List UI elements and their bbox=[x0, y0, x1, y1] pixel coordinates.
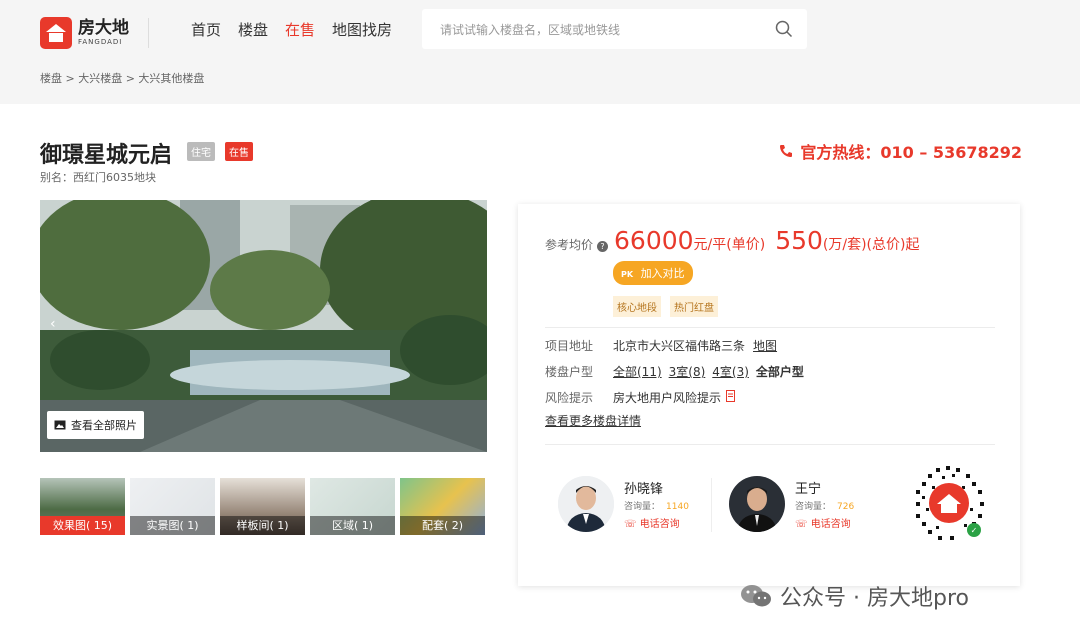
nav-home[interactable]: 首页 bbox=[191, 19, 221, 40]
prev-photo-arrow-icon[interactable]: ‹ bbox=[50, 316, 56, 332]
avatar bbox=[729, 476, 785, 532]
brand-logo[interactable]: 房大地 FANGDADI bbox=[40, 17, 129, 49]
feature-tag: 核心地段 bbox=[613, 296, 661, 317]
feature-tag: 热门红盘 bbox=[670, 296, 718, 317]
unit-price: 66000 bbox=[614, 226, 694, 255]
price-row: 参考均价 ? 66000 元/平(单价) 550 (万/套)(总价)起 bbox=[545, 226, 919, 255]
agent-name: 王宁 bbox=[795, 482, 822, 497]
thumb-model-rooms[interactable]: 样板间( 1) bbox=[220, 478, 305, 535]
help-icon[interactable]: ? bbox=[597, 241, 609, 252]
add-compare-button[interactable]: PK 加入对比 bbox=[613, 261, 693, 285]
price-label: 参考均价 bbox=[545, 238, 594, 252]
mini-program-qr-code[interactable]: ✓ bbox=[906, 460, 992, 546]
thumb-area[interactable]: 区域( 1) bbox=[310, 478, 395, 535]
search-input[interactable]: 请试试输入楼盘名，区域或地铁线 bbox=[422, 9, 807, 49]
map-link[interactable]: 地图 bbox=[753, 337, 777, 354]
status-badge: 在售 bbox=[225, 142, 253, 161]
thumb-renderings[interactable]: 效果图( 15) bbox=[40, 478, 125, 535]
house-logo-icon bbox=[40, 17, 72, 49]
agent-query-count: 咨询量： 1140 bbox=[624, 502, 689, 512]
thumb-real-photos[interactable]: 实景图( 1) bbox=[130, 478, 215, 535]
brand-name-en: FANGDADI bbox=[78, 38, 123, 46]
risk-text[interactable]: 房大地用户风险提示 bbox=[613, 389, 721, 406]
layout-4room[interactable]: 4室(3) bbox=[712, 363, 749, 380]
unit-price-suffix: 元/平(单价) bbox=[693, 237, 766, 253]
nav-projects[interactable]: 楼盘 bbox=[238, 19, 268, 40]
nav-on-sale[interactable]: 在售 bbox=[285, 19, 315, 40]
breadcrumb[interactable]: 楼盘 > 大兴楼盘 > 大兴其他楼盘 bbox=[40, 70, 204, 86]
thumbnail-strip: 效果图( 15) 实景图( 1) 样板间( 1) 区域( 1) 配套( 2) bbox=[40, 478, 485, 535]
address-row: 项目地址 北京市大兴区福伟路三条 地图 bbox=[545, 337, 784, 354]
document-icon[interactable] bbox=[725, 390, 737, 402]
thumb-label: 区域( 1) bbox=[310, 516, 395, 535]
more-details-link[interactable]: 查看更多楼盘详情 bbox=[545, 412, 641, 429]
top-bar: 房大地 FANGDADI 首页 楼盘 在售 地图找房 请试试输入楼盘名，区域或地… bbox=[0, 0, 1080, 104]
wechat-icon bbox=[741, 585, 771, 607]
total-price-suffix: (万/套)(总价)起 bbox=[822, 237, 920, 253]
search-icon[interactable] bbox=[775, 20, 793, 38]
pk-badge: PK bbox=[621, 270, 634, 279]
thumb-label: 配套( 2) bbox=[400, 516, 485, 535]
add-compare-label: 加入对比 bbox=[640, 267, 685, 280]
phone-consult-button[interactable]: ☏ 电话咨询 bbox=[624, 515, 689, 530]
phone-icon bbox=[780, 145, 793, 157]
hotline[interactable]: 官方热线：010 – 53678292 bbox=[778, 139, 1022, 163]
info-panel: 参考均价 ? 66000 元/平(单价) 550 (万/套)(总价)起 PK 加… bbox=[518, 204, 1020, 586]
divider bbox=[545, 444, 995, 445]
watermark-text: 公众号 · 房大地pro bbox=[780, 586, 969, 611]
hotline-text: 官方热线：010 – 53678292 bbox=[800, 143, 1022, 162]
layout-all-count[interactable]: 全部(11) bbox=[613, 363, 662, 380]
address-label: 项目地址 bbox=[545, 339, 594, 353]
view-all-photos-label: 查看全部照片 bbox=[71, 419, 137, 432]
total-price: 550 bbox=[775, 226, 823, 255]
avatar bbox=[558, 476, 614, 532]
phone-consult-button[interactable]: ☏ 电话咨询 bbox=[795, 515, 854, 530]
main-photo[interactable]: ‹ 查看全部照片 bbox=[40, 200, 487, 452]
page-title: 御璟星城元启 bbox=[40, 143, 173, 168]
layout-3room[interactable]: 3室(8) bbox=[669, 363, 706, 380]
agent-divider bbox=[711, 478, 712, 532]
thumb-label: 效果图( 15) bbox=[40, 516, 125, 535]
logo-divider bbox=[148, 18, 149, 48]
agent-card[interactable]: 王宁 咨询量： 726 ☏ 电话咨询 bbox=[729, 476, 854, 532]
watermark: 公众号 · 房大地pro bbox=[740, 580, 969, 612]
all-layouts-link[interactable]: 全部户型 bbox=[756, 363, 804, 380]
thumb-label: 样板间( 1) bbox=[220, 516, 305, 535]
main-nav: 首页 楼盘 在售 地图找房 bbox=[191, 19, 392, 40]
agent-name: 孙晓锋 bbox=[624, 482, 664, 497]
agent-card[interactable]: 孙晓锋 咨询量： 1140 ☏ 电话咨询 bbox=[558, 476, 689, 532]
divider bbox=[545, 327, 995, 328]
thumb-facilities[interactable]: 配套( 2) bbox=[400, 478, 485, 535]
svg-text:✓: ✓ bbox=[971, 526, 978, 535]
thumb-label: 实景图( 1) bbox=[130, 516, 215, 535]
address-value: 北京市大兴区福伟路三条 bbox=[613, 339, 746, 353]
risk-row: 风险提示 房大地用户风险提示 bbox=[545, 389, 737, 406]
project-alias: 别名：西红门6035地块 bbox=[40, 171, 156, 184]
view-all-photos-button[interactable]: 查看全部照片 bbox=[47, 411, 144, 439]
search-placeholder: 请试试输入楼盘名，区域或地铁线 bbox=[440, 23, 621, 37]
layout-row: 楼盘户型 全部(11) 3室(8) 4室(3) 全部户型 bbox=[545, 363, 804, 380]
image-icon bbox=[54, 420, 66, 430]
risk-label: 风险提示 bbox=[545, 391, 594, 405]
property-type-badge: 住宅 bbox=[187, 142, 215, 161]
brand-name: 房大地 bbox=[78, 18, 129, 38]
layout-label: 楼盘户型 bbox=[545, 365, 594, 379]
agent-query-count: 咨询量： 726 bbox=[795, 502, 855, 512]
nav-map-search[interactable]: 地图找房 bbox=[332, 19, 392, 40]
